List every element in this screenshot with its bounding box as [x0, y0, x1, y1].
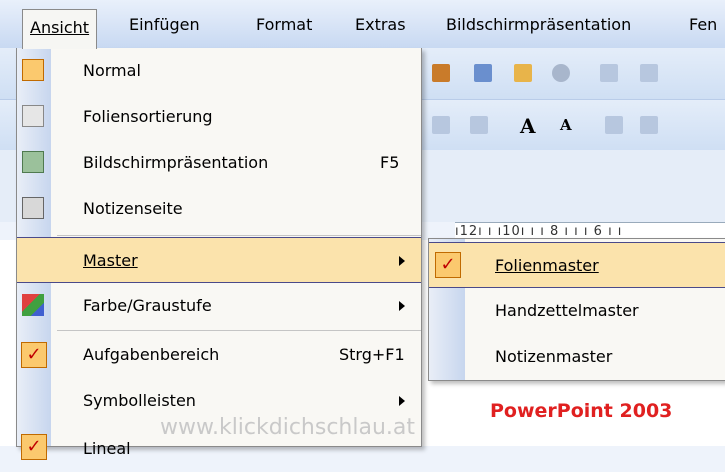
submenu-arrow-icon: [399, 396, 405, 406]
menu-ansicht-label: Ansicht: [30, 18, 90, 37]
watermark: www.klickdichschlau.at: [160, 415, 416, 440]
menu-item-master[interactable]: Master: [17, 237, 421, 283]
grow-font-icon[interactable]: A: [520, 114, 538, 138]
chart-icon[interactable]: [432, 64, 450, 82]
menu-item-bildschirm-label: Bildschirmpräsentation: [83, 153, 269, 172]
menu-separator: [57, 330, 421, 331]
submenu-item-handzettelmaster-label: Handzettelmaster: [495, 301, 639, 320]
menu-item-farbe-graustufe[interactable]: Farbe/Graustufe: [17, 283, 421, 329]
caption-label: PowerPoint 2003: [490, 400, 673, 422]
submenu-item-notizenmaster[interactable]: Notizenmaster: [429, 334, 725, 380]
checkmark-icon: ✓: [435, 252, 461, 278]
slideshow-icon: [22, 151, 44, 173]
menu-ansicht[interactable]: Ansicht: [22, 9, 98, 49]
menu-format-label: Format: [256, 15, 313, 34]
menu-item-foliensortierung[interactable]: Foliensortierung: [17, 94, 421, 140]
checkmark-icon: ✓: [21, 342, 47, 368]
menu-item-farbe-label: Farbe/Graustufe: [83, 296, 212, 315]
bullets-icon[interactable]: [470, 116, 488, 134]
menu-item-normal[interactable]: Normal: [17, 48, 421, 94]
research-icon[interactable]: [552, 64, 570, 82]
menu-item-bildschirmpraesentation[interactable]: Bildschirmpräsentation F5: [17, 140, 421, 186]
menu-item-aufgabenbereich-label: Aufgabenbereich: [83, 345, 220, 364]
format-icon[interactable]: [640, 64, 658, 82]
shrink-font-icon[interactable]: A: [560, 116, 578, 134]
shortcut-strg-f1: Strg+F1: [339, 345, 405, 364]
numbering-icon[interactable]: [432, 116, 450, 134]
menu-item-lineal-label: Lineal: [83, 439, 131, 458]
submenu-arrow-icon: [399, 301, 405, 311]
menu-item-normal-label: Normal: [83, 61, 141, 80]
menu-format[interactable]: Format: [247, 10, 321, 40]
menu-einfuegen[interactable]: Einfügen: [120, 10, 209, 40]
normal-view-icon: [22, 59, 44, 81]
slide-sorter-icon: [22, 105, 44, 127]
menu-bar: Ansicht Einfügen Format Extras Bildschir…: [0, 0, 725, 49]
notes-page-icon: [22, 197, 44, 219]
submenu-item-folienmaster[interactable]: ✓ Folienmaster: [429, 242, 725, 288]
submenu-item-handzettelmaster[interactable]: Handzettelmaster: [429, 288, 725, 334]
edit-icon[interactable]: [514, 64, 532, 82]
menu-einfuegen-label: Einfügen: [129, 15, 200, 34]
ruler-text: ı12ı ı ı10ı ı ı 8 ı ı ı 6 ı ı: [455, 224, 623, 239]
menu-item-notizenseite[interactable]: Notizenseite: [17, 186, 421, 232]
menu-extras[interactable]: Extras: [346, 10, 415, 40]
shortcut-f5: F5: [380, 153, 400, 172]
menu-separator: [57, 235, 421, 236]
menu-extras-label: Extras: [355, 15, 406, 34]
menu-item-master-label: Master: [83, 251, 138, 270]
menu-fenster[interactable]: Fen: [680, 10, 725, 40]
menu-fenster-label: Fen: [689, 15, 718, 34]
decrease-indent-icon[interactable]: [605, 116, 623, 134]
menu-bildschirm-label: Bildschirmpräsentation: [446, 15, 632, 34]
color-grayscale-icon: [22, 294, 44, 316]
submenu-arrow-icon: [399, 256, 405, 266]
checkmark-icon: ✓: [21, 434, 47, 460]
menu-item-notizenseite-label: Notizenseite: [83, 199, 183, 218]
menu-bildschirmpraesentation[interactable]: Bildschirmpräsentation: [437, 10, 640, 40]
submenu-item-notizenmaster-label: Notizenmaster: [495, 347, 613, 366]
menu-item-foliensortierung-label: Foliensortierung: [83, 107, 213, 126]
ansicht-menu: Normal Foliensortierung Bildschirmpräsen…: [16, 48, 422, 460]
expand-icon[interactable]: [600, 64, 618, 82]
submenu-item-folienmaster-label: Folienmaster: [495, 256, 599, 275]
table-icon[interactable]: [474, 64, 492, 82]
increase-indent-icon[interactable]: [640, 116, 658, 134]
menu-item-aufgabenbereich[interactable]: ✓ Aufgabenbereich Strg+F1: [17, 332, 421, 378]
master-submenu: ✓ Folienmaster Handzettelmaster Notizenm…: [428, 238, 725, 381]
